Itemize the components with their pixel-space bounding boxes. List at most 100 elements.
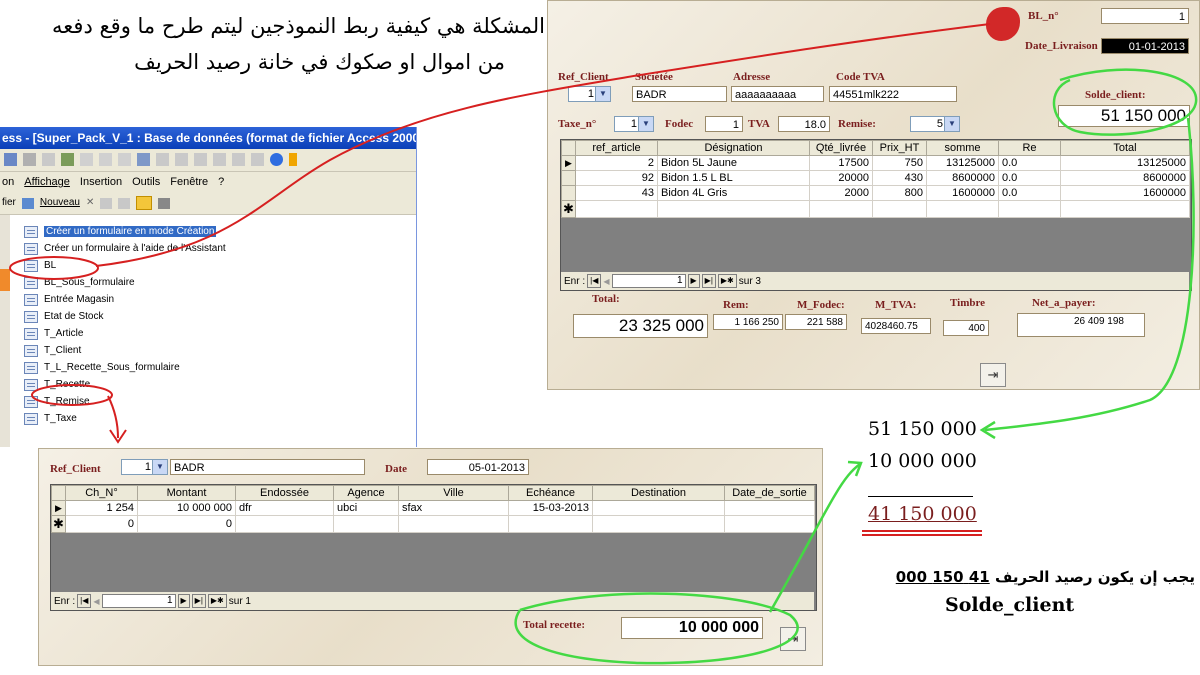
- table-cell[interactable]: [724, 500, 815, 516]
- record-number-field[interactable]: 1: [101, 594, 176, 608]
- column-header[interactable]: Destination: [592, 485, 725, 501]
- new-button-label[interactable]: Nouveau: [40, 192, 80, 214]
- menu-outils[interactable]: Outils: [132, 172, 160, 192]
- table-cell[interactable]: 750: [872, 155, 927, 171]
- remise-select[interactable]: 5 ▼: [910, 116, 960, 132]
- record-number-field[interactable]: 1: [611, 274, 686, 288]
- table-row[interactable]: 92 Bidon 1.5 L BL 20000 430 8600000 0.0 …: [561, 170, 1190, 186]
- column-header[interactable]: Date_de_sortie: [724, 485, 815, 501]
- list-item[interactable]: T_Remise: [22, 393, 226, 410]
- list-item[interactable]: T_Taxe: [22, 410, 226, 427]
- forms-object-tab[interactable]: [0, 269, 10, 291]
- table-cell[interactable]: 13125000: [1060, 155, 1190, 171]
- new-record-icon[interactable]: ✱: [561, 200, 576, 218]
- table-cell[interactable]: 43: [575, 185, 658, 201]
- column-header[interactable]: Agence: [333, 485, 399, 501]
- save-icon[interactable]: [4, 153, 17, 166]
- analyze-icon[interactable]: [175, 153, 188, 166]
- preview-icon[interactable]: [42, 153, 55, 166]
- column-header[interactable]: ref_article: [575, 140, 658, 156]
- new-record-button[interactable]: ▶✱: [207, 594, 227, 608]
- relationships-icon[interactable]: [232, 153, 245, 166]
- chevron-down-icon[interactable]: ▼: [944, 117, 959, 131]
- list-item[interactable]: T_Article: [22, 325, 226, 342]
- table-cell[interactable]: 0: [137, 515, 236, 533]
- spelling-icon[interactable]: [61, 153, 74, 166]
- tva-field[interactable]: 18.0: [778, 116, 830, 132]
- table-cell[interactable]: 8600000: [1060, 170, 1190, 186]
- table-cell[interactable]: 8600000: [926, 170, 999, 186]
- print-icon[interactable]: [23, 153, 36, 166]
- table-row[interactable]: ▶ 1 254 10 000 000 dfr ubci sfax 15-03-2…: [51, 500, 815, 516]
- societe-field[interactable]: BADR: [632, 86, 727, 102]
- table-cell[interactable]: 0.0: [998, 155, 1061, 171]
- m-fodec-field[interactable]: 221 588: [785, 314, 847, 330]
- menu-affichage[interactable]: Affichage: [24, 172, 70, 192]
- table-cell[interactable]: ubci: [333, 500, 399, 516]
- last-record-button[interactable]: ▶|: [701, 274, 716, 288]
- new-record-row[interactable]: ✱ 0 0: [51, 515, 815, 533]
- chevron-down-icon[interactable]: ▼: [638, 117, 653, 131]
- chevron-down-icon[interactable]: ▼: [595, 87, 610, 101]
- toolbar-options-icon[interactable]: [289, 153, 297, 166]
- code-tva-field[interactable]: 44551mlk222: [829, 86, 957, 102]
- column-header[interactable]: Ville: [398, 485, 509, 501]
- column-header[interactable]: Echéance: [508, 485, 593, 501]
- row-selector[interactable]: [561, 170, 576, 186]
- list-item[interactable]: Etat de Stock: [22, 308, 226, 325]
- list-item[interactable]: T_L_Recette_Sous_formulaire: [22, 359, 226, 376]
- table-cell[interactable]: 15-03-2013: [508, 500, 593, 516]
- chevron-down-icon[interactable]: ▼: [152, 460, 167, 474]
- column-header[interactable]: Re: [998, 140, 1061, 156]
- table-cell[interactable]: 20000: [809, 170, 873, 186]
- column-header[interactable]: Désignation: [657, 140, 810, 156]
- row-selector[interactable]: [561, 185, 576, 201]
- list-item[interactable]: Créer un formulaire à l'aide de l'Assist…: [22, 240, 226, 257]
- current-record-icon[interactable]: ▶: [561, 155, 576, 171]
- undo-icon[interactable]: [137, 153, 150, 166]
- new-object-icon[interactable]: [251, 153, 264, 166]
- table-cell[interactable]: 0: [65, 515, 138, 533]
- table-row[interactable]: ▶ 2 Bidon 5L Jaune 17500 750 13125000 0.…: [561, 155, 1190, 171]
- large-icons-icon[interactable]: [100, 197, 113, 209]
- exit-door-icon[interactable]: ⇥: [780, 627, 806, 651]
- table-cell[interactable]: Bidon 4L Gris: [657, 185, 810, 201]
- taxe-select[interactable]: 1 ▼: [614, 116, 654, 132]
- next-record-button[interactable]: ▶: [177, 594, 190, 608]
- first-record-button[interactable]: |◀: [587, 274, 602, 288]
- table-cell[interactable]: 10 000 000: [137, 500, 236, 516]
- table-cell[interactable]: [592, 500, 725, 516]
- list-item[interactable]: T_Recette: [22, 376, 226, 393]
- timbre-field[interactable]: 400: [943, 320, 989, 336]
- cut-icon[interactable]: [80, 153, 93, 166]
- bl-number-field[interactable]: 1: [1101, 8, 1189, 24]
- recette-client-name-field[interactable]: BADR: [170, 459, 365, 475]
- table-cell[interactable]: 0.0: [998, 170, 1061, 186]
- open-button-label[interactable]: fier: [2, 192, 16, 214]
- menu-edition[interactable]: on: [2, 172, 14, 192]
- current-record-icon[interactable]: ▶: [51, 500, 66, 516]
- recette-ref-client-select[interactable]: 1 ▼: [121, 459, 168, 475]
- recette-date-field[interactable]: 05-01-2013: [427, 459, 529, 475]
- properties-icon[interactable]: [213, 153, 226, 166]
- table-cell[interactable]: 800: [872, 185, 927, 201]
- new-record-icon[interactable]: ✱: [51, 515, 66, 533]
- total-field[interactable]: 23 325 000: [573, 314, 708, 338]
- new-record-row[interactable]: ✱: [561, 200, 1190, 218]
- new-icon[interactable]: [21, 197, 34, 209]
- help-icon[interactable]: [270, 153, 283, 166]
- last-record-button[interactable]: ▶|: [191, 594, 206, 608]
- next-record-button[interactable]: ▶: [687, 274, 700, 288]
- solde-client-field[interactable]: 51 150 000: [1058, 105, 1190, 127]
- new-record-button[interactable]: ▶✱: [717, 274, 737, 288]
- menu-insertion[interactable]: Insertion: [80, 172, 122, 192]
- date-livraison-field[interactable]: 01-01-2013: [1101, 38, 1189, 54]
- m-tva-field[interactable]: 4028460.75: [861, 318, 931, 334]
- table-cell[interactable]: 430: [872, 170, 927, 186]
- column-header[interactable]: Total: [1060, 140, 1190, 156]
- fodec-field[interactable]: 1: [705, 116, 743, 132]
- column-header[interactable]: Qté_livrée: [809, 140, 873, 156]
- table-row[interactable]: 43 Bidon 4L Gris 2000 800 1600000 0.0 16…: [561, 185, 1190, 201]
- details-view-icon[interactable]: [158, 197, 171, 209]
- list-view-icon[interactable]: [136, 196, 153, 210]
